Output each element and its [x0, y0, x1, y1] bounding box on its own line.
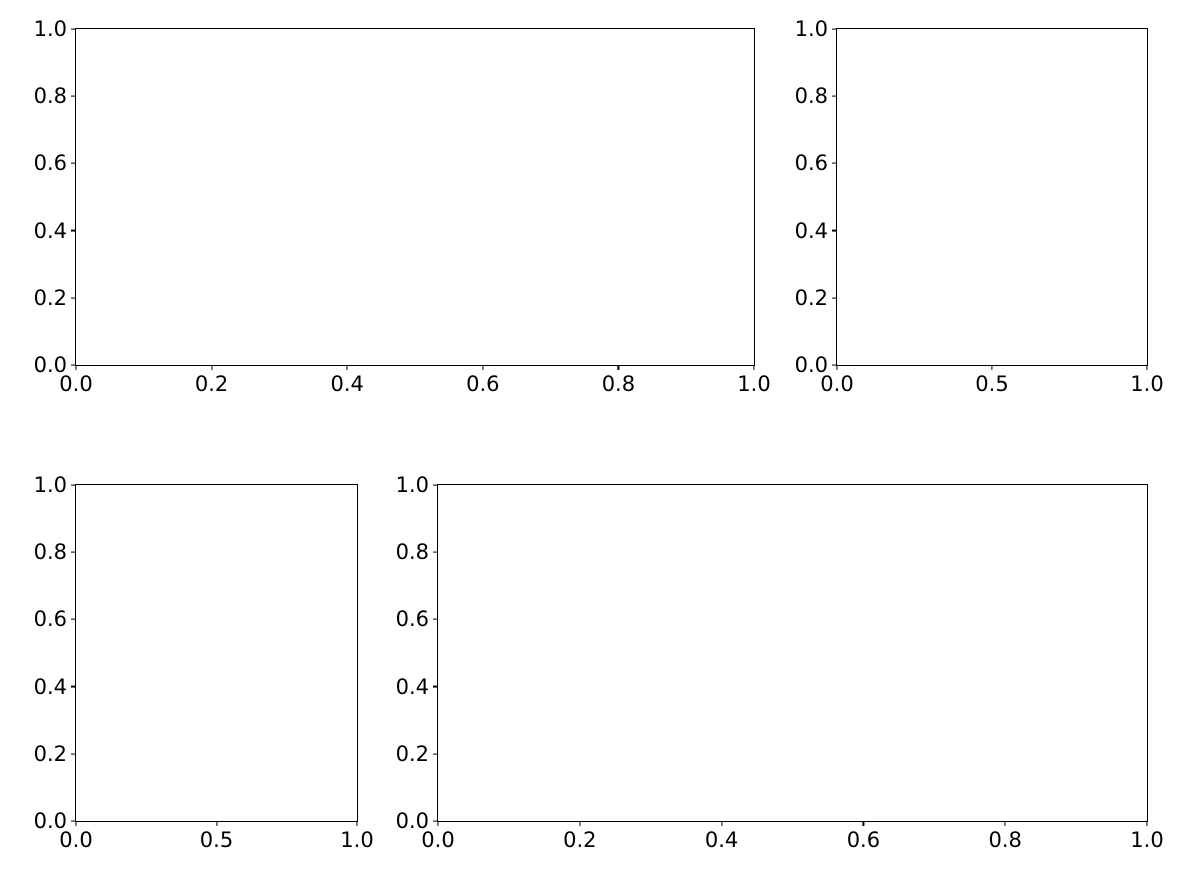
xtick-mark: [1005, 821, 1006, 826]
xtick-label: 0.2: [195, 372, 228, 396]
ytick-mark: [832, 230, 837, 231]
xtick-label: 0.6: [847, 828, 880, 852]
ytick-label: 1.0: [795, 17, 828, 41]
ytick-mark: [433, 686, 438, 687]
xtick-label: 0.8: [988, 828, 1021, 852]
axes-bottom-right: 0.0 0.2 0.4 0.6 0.8 1.0 0.0 0.2 0.4 0.6 …: [437, 484, 1148, 822]
xtick-label: 1.0: [737, 372, 770, 396]
ytick-mark: [71, 96, 76, 97]
xtick-mark: [1146, 821, 1147, 826]
xtick-label: 1.0: [340, 828, 373, 852]
xtick-mark: [836, 365, 837, 370]
ytick-label: 0.2: [396, 742, 429, 766]
xtick-label: 0.8: [602, 372, 635, 396]
xtick-label: 0.5: [200, 828, 233, 852]
xtick-mark: [753, 365, 754, 370]
xtick-mark: [75, 365, 76, 370]
xtick-mark: [482, 365, 483, 370]
ytick-mark: [71, 686, 76, 687]
xtick-label: 1.0: [1130, 828, 1163, 852]
xtick-mark: [437, 821, 438, 826]
ytick-mark: [433, 753, 438, 754]
xtick-mark: [347, 365, 348, 370]
axes-bottom-left: 0.0 0.2 0.4 0.6 0.8 1.0 0.0 0.5 1.0: [75, 484, 358, 822]
ytick-label: 1.0: [34, 473, 67, 497]
xtick-label: 0.0: [421, 828, 454, 852]
ytick-label: 0.8: [34, 540, 67, 564]
ytick-label: 0.4: [34, 219, 67, 243]
xtick-label: 0.0: [59, 372, 92, 396]
xtick-label: 1.0: [1130, 372, 1163, 396]
ytick-mark: [832, 163, 837, 164]
ytick-mark: [71, 230, 76, 231]
ytick-label: 0.4: [34, 675, 67, 699]
ytick-mark: [71, 484, 76, 485]
ytick-label: 0.6: [34, 151, 67, 175]
ytick-label: 0.4: [396, 675, 429, 699]
xtick-mark: [721, 821, 722, 826]
ytick-mark: [832, 297, 837, 298]
axes-top-left: 0.0 0.2 0.4 0.6 0.8 1.0 0.0 0.2 0.4 0.6 …: [75, 28, 755, 366]
xtick-label: 0.4: [330, 372, 363, 396]
ytick-label: 0.8: [396, 540, 429, 564]
ytick-label: 0.6: [795, 151, 828, 175]
ytick-label: 0.2: [34, 742, 67, 766]
ytick-mark: [71, 297, 76, 298]
xtick-label: 0.0: [59, 828, 92, 852]
xtick-label: 0.5: [975, 372, 1008, 396]
ytick-label: 0.6: [396, 607, 429, 631]
ytick-label: 0.2: [34, 286, 67, 310]
figure: 0.0 0.2 0.4 0.6 0.8 1.0 0.0 0.2 0.4 0.6 …: [0, 0, 1184, 888]
ytick-mark: [71, 163, 76, 164]
xtick-label: 0.4: [705, 828, 738, 852]
xtick-mark: [618, 365, 619, 370]
ytick-label: 0.8: [34, 84, 67, 108]
xtick-mark: [356, 821, 357, 826]
ytick-label: 0.2: [795, 286, 828, 310]
xtick-mark: [863, 821, 864, 826]
ytick-mark: [71, 619, 76, 620]
axes-top-right: 0.0 0.2 0.4 0.6 0.8 1.0 0.0 0.5 1.0: [836, 28, 1148, 366]
xtick-mark: [991, 365, 992, 370]
ytick-label: 0.8: [795, 84, 828, 108]
xtick-label: 0.2: [563, 828, 596, 852]
ytick-mark: [71, 753, 76, 754]
ytick-mark: [71, 552, 76, 553]
ytick-mark: [71, 28, 76, 29]
xtick-label: 0.6: [466, 372, 499, 396]
xtick-mark: [75, 821, 76, 826]
xtick-mark: [579, 821, 580, 826]
ytick-label: 1.0: [396, 473, 429, 497]
xtick-mark: [211, 365, 212, 370]
ytick-label: 1.0: [34, 17, 67, 41]
ytick-mark: [832, 28, 837, 29]
ytick-mark: [433, 619, 438, 620]
ytick-label: 0.6: [34, 607, 67, 631]
ytick-mark: [433, 552, 438, 553]
ytick-mark: [433, 484, 438, 485]
xtick-label: 0.0: [820, 372, 853, 396]
ytick-mark: [832, 96, 837, 97]
xtick-mark: [216, 821, 217, 826]
xtick-mark: [1146, 365, 1147, 370]
ytick-label: 0.4: [795, 219, 828, 243]
